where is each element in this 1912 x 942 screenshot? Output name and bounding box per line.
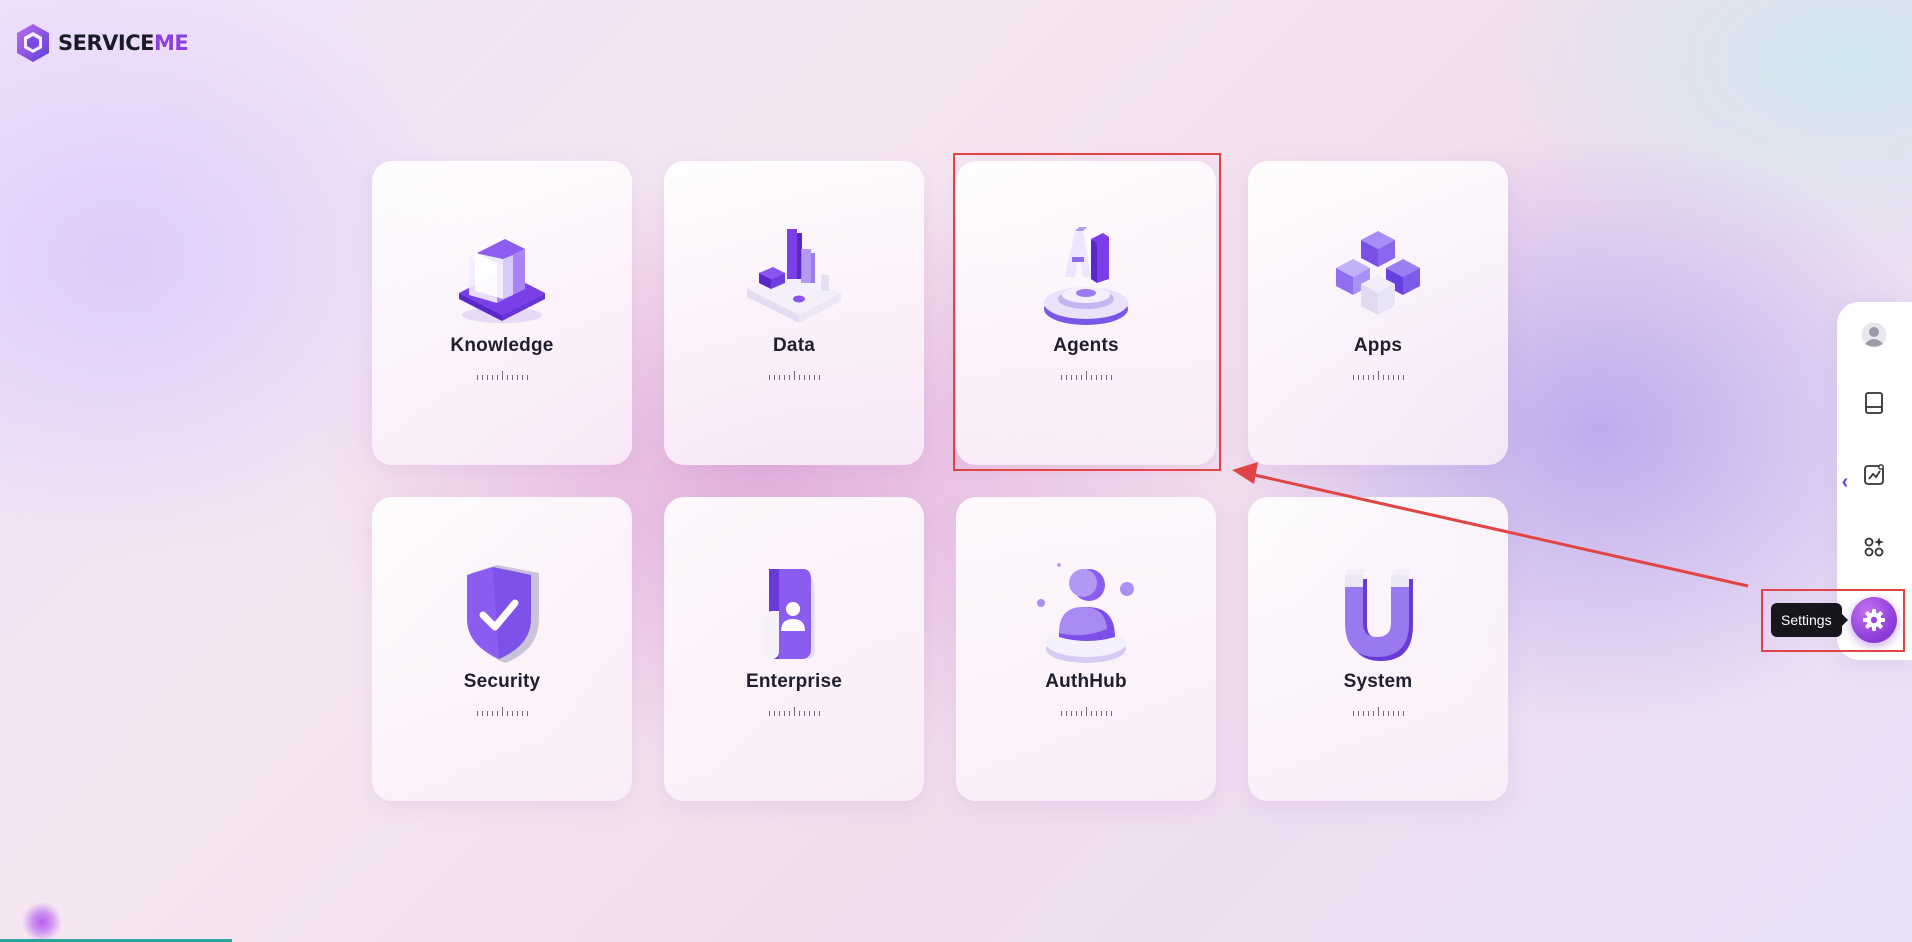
sidebar-item-knowledge[interactable] [1859, 388, 1889, 418]
gear-icon [1863, 609, 1885, 631]
ai-pedestal-icon [1031, 223, 1141, 333]
module-card-data[interactable]: Data [664, 161, 924, 465]
module-label: Data [773, 335, 815, 356]
sidebar-item-apps[interactable] [1859, 532, 1889, 562]
magnet-icon [1323, 559, 1433, 669]
sidebar-collapse-button[interactable]: ‹ [1836, 470, 1854, 494]
module-label: Agents [1053, 335, 1119, 356]
module-label: Enterprise [746, 671, 842, 692]
decorative-ticks [768, 371, 820, 380]
module-card-apps[interactable]: Apps [1248, 161, 1508, 465]
shield-check-icon [447, 559, 557, 669]
decorative-ticks [1352, 371, 1404, 380]
avatar-icon [1861, 322, 1887, 348]
decorative-ticks [1352, 707, 1404, 716]
sidebar-item-analytics[interactable] [1859, 460, 1889, 490]
module-label: AuthHub [1045, 671, 1127, 692]
chevron-left-icon: ‹ [1841, 470, 1849, 493]
bar-chart-platform-icon [739, 223, 849, 333]
module-grid: Knowledge Data Agents Apps Security Ente… [372, 161, 1508, 801]
decorative-ticks [768, 707, 820, 716]
app-logo[interactable]: SERVICEME [14, 22, 189, 64]
trend-chart-icon [1864, 464, 1884, 485]
id-card-icon [739, 559, 849, 669]
books-icon [447, 223, 557, 333]
module-label: System [1343, 671, 1413, 692]
module-card-agents[interactable]: Agents [956, 161, 1216, 465]
cubes-icon [1323, 223, 1433, 333]
decorative-ticks [1060, 707, 1112, 716]
assistant-orb[interactable] [22, 902, 62, 942]
decorative-ticks [476, 371, 528, 380]
module-card-security[interactable]: Security [372, 497, 632, 801]
decorative-ticks [476, 707, 528, 716]
cube-logo-icon [17, 24, 49, 62]
app-name: SERVICEME [58, 31, 189, 55]
settings-button[interactable] [1851, 597, 1897, 643]
settings-tooltip: Settings [1771, 603, 1848, 637]
module-card-authhub[interactable]: AuthHub [956, 497, 1216, 801]
apps-grid-icon [1864, 537, 1884, 557]
module-card-system[interactable]: System [1248, 497, 1508, 801]
module-card-knowledge[interactable]: Knowledge [372, 161, 632, 465]
decorative-ticks [1060, 371, 1112, 380]
module-label: Knowledge [450, 335, 554, 356]
user-pedestal-icon [1031, 559, 1141, 669]
module-label: Apps [1353, 335, 1403, 356]
sidebar-item-user-avatar[interactable] [1859, 320, 1889, 350]
module-label: Security [463, 671, 541, 692]
book-icon [1865, 392, 1883, 414]
module-card-enterprise[interactable]: Enterprise [664, 497, 924, 801]
